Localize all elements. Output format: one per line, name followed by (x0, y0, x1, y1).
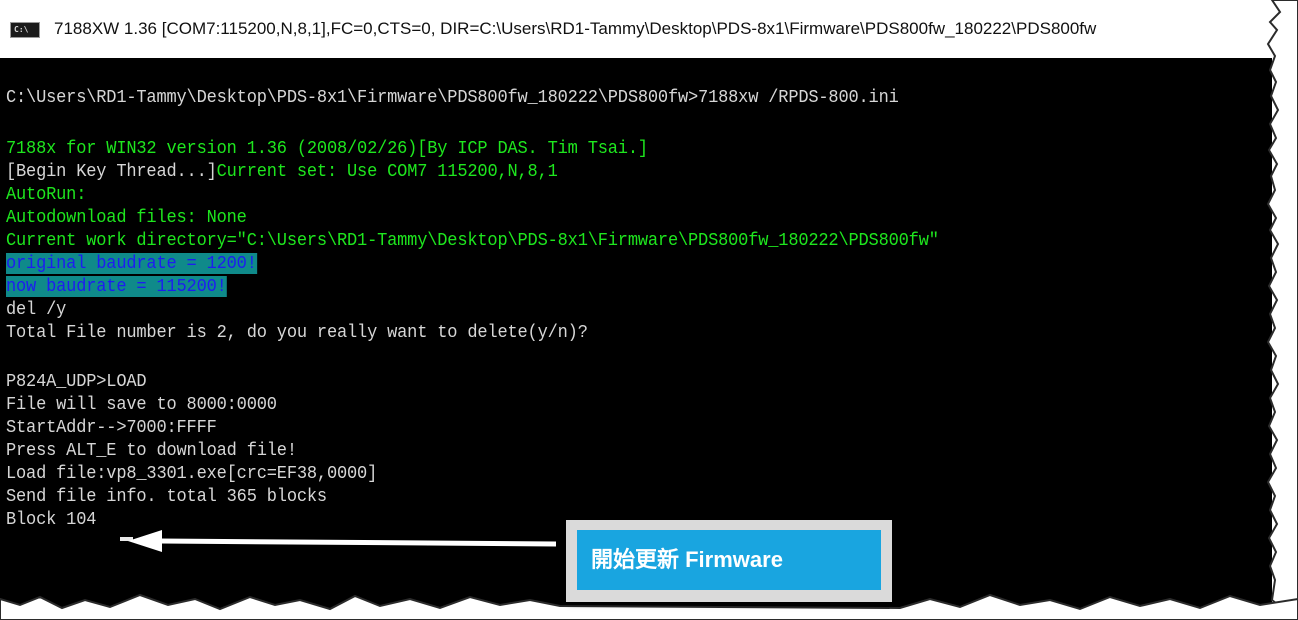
callout-arrow (128, 530, 557, 552)
annotation-callout: 開始更新 Firmware (566, 520, 892, 602)
callout-label: 開始更新 Firmware (591, 547, 783, 572)
console-window: C:\ 7188XW 1.36 [COM7:115200,N,8,1],FC=0… (0, 0, 1298, 620)
callout-box: 開始更新 Firmware (577, 530, 881, 590)
torn-edge-right (1266, 0, 1298, 620)
